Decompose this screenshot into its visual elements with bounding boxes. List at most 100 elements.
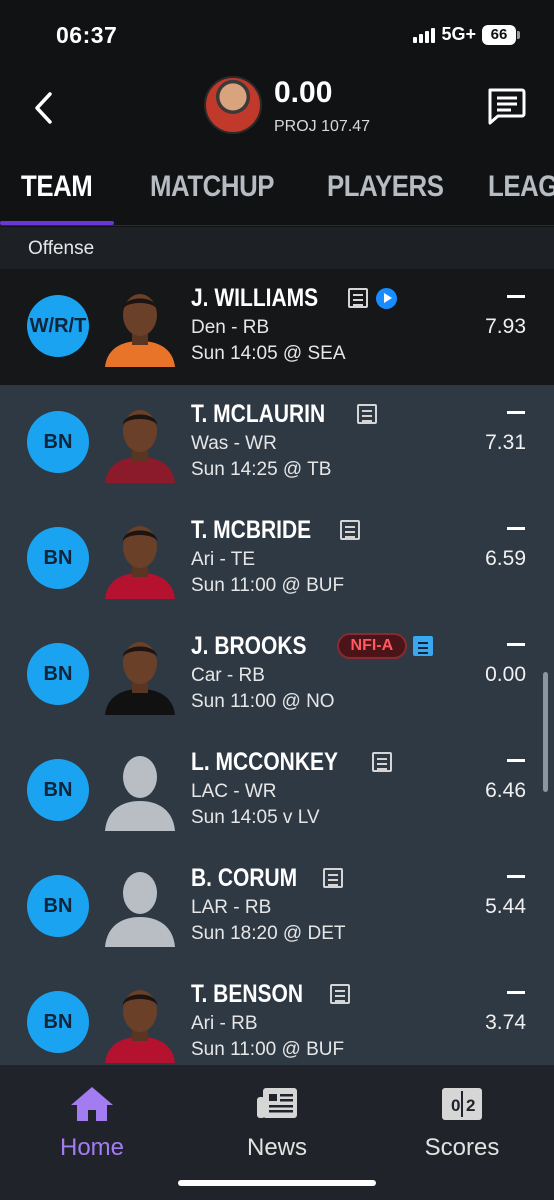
player-game-info: Sun 11:00 @ BUF [191, 1039, 345, 1060]
player-notes-icon[interactable] [356, 404, 377, 424]
player-name[interactable]: T. MCBRIDE [191, 516, 311, 545]
player-team-position: Car - RB [191, 665, 265, 686]
player-projection: 7.31 [485, 431, 526, 454]
player-name[interactable]: B. CORUM [191, 864, 297, 893]
player-row[interactable]: BN J. BROOKS NFI-A Car - RB Sun 11:00 @ NO 0.… [0, 617, 554, 733]
slot-badge[interactable]: BN [27, 991, 89, 1053]
player-team-position: Den - RB [191, 317, 270, 338]
player-row[interactable]: BN L. MCCONKEY LAC - WR Sun 14:05 v LV 6.46 [0, 733, 554, 849]
player-name[interactable]: T. BENSON [191, 980, 303, 1009]
player-name-line: J. WILLIAMS [191, 283, 398, 313]
player-team-position: Was - WR [191, 433, 277, 454]
network-type: 5G+ [441, 24, 476, 44]
tab-league[interactable]: LEAG [488, 170, 554, 204]
player-list: W/R/T J. WILLIAMS Den - RB Sun 14:05 @ SEA 7… [0, 269, 554, 1065]
team-score: 0.00 [274, 76, 333, 109]
player-row[interactable]: W/R/T J. WILLIAMS Den - RB Sun 14:05 @ SEA 7… [0, 269, 554, 385]
player-team-position: Ari - TE [191, 549, 256, 570]
player-name-line: B. CORUM [191, 863, 344, 893]
player-name-line: L. MCCONKEY [191, 747, 392, 777]
player-name[interactable]: J. WILLIAMS [191, 284, 318, 313]
status-indicators: 5G+ 66 [413, 24, 520, 45]
player-photo[interactable] [103, 283, 177, 367]
player-projection: 5.44 [485, 895, 526, 918]
player-game-info: Sun 11:00 @ NO [191, 691, 335, 712]
player-projection: 6.59 [485, 547, 526, 570]
player-score [507, 411, 525, 414]
player-photo[interactable] [103, 515, 177, 599]
play-video-icon[interactable] [376, 287, 398, 309]
injury-status-badge: NFI-A [336, 633, 408, 659]
player-notes-icon[interactable] [330, 984, 351, 1004]
player-row[interactable]: BN T. MCLAURIN Was - WR Sun 14:25 @ TB 7.31 [0, 385, 554, 501]
player-name-line: T. MCLAURIN [191, 399, 377, 429]
section-label: Offense [28, 238, 95, 259]
home-icon [71, 1087, 113, 1121]
cell-signal-icon [413, 27, 436, 43]
player-score [507, 295, 525, 298]
back-chevron-icon[interactable] [30, 88, 60, 128]
slot-badge[interactable]: BN [27, 411, 89, 473]
player-team-position: LAR - RB [191, 897, 272, 918]
player-game-info: Sun 11:00 @ BUF [191, 575, 345, 596]
slot-badge[interactable]: BN [27, 875, 89, 937]
player-name-line: T. MCBRIDE [191, 515, 361, 545]
slot-badge[interactable]: W/R/T [27, 295, 89, 357]
home-indicator [178, 1180, 376, 1186]
slot-badge[interactable]: BN [27, 527, 89, 589]
svg-text:0: 0 [451, 1096, 460, 1115]
player-game-info: Sun 14:05 v LV [191, 807, 320, 828]
player-row[interactable]: BN T. MCBRIDE Ari - TE Sun 11:00 @ BUF 6.59 [0, 501, 554, 617]
scrollbar[interactable] [543, 672, 548, 792]
slot-badge[interactable]: BN [27, 643, 89, 705]
nav-home[interactable]: Home [17, 1085, 167, 1162]
news-icon [257, 1088, 297, 1118]
nav-news[interactable]: News [202, 1085, 352, 1162]
player-score [507, 527, 525, 530]
player-placeholder-avatar[interactable] [103, 747, 177, 831]
player-photo[interactable] [103, 979, 177, 1063]
chat-icon[interactable] [484, 84, 528, 128]
player-team-position: Ari - RB [191, 1013, 258, 1034]
player-notes-icon[interactable] [323, 868, 344, 888]
player-placeholder-avatar[interactable] [103, 863, 177, 947]
tab-players[interactable]: PLAYERS [327, 170, 444, 204]
active-tab-indicator [0, 221, 114, 225]
user-avatar[interactable] [204, 76, 262, 134]
player-row[interactable]: BN B. CORUM LAR - RB Sun 18:20 @ DET 5.44 [0, 849, 554, 965]
nav-news-label: News [246, 1134, 307, 1161]
player-name-line: T. BENSON [191, 979, 351, 1009]
status-bar: 06:37 5G+ 66 [0, 0, 554, 70]
player-score [507, 991, 525, 994]
player-projection: 6.46 [485, 779, 526, 802]
player-name[interactable]: T. MCLAURIN [191, 400, 325, 429]
nav-scores-label: Scores [424, 1134, 500, 1161]
player-name[interactable]: L. MCCONKEY [191, 748, 338, 777]
team-projection: PROJ 107.47 [274, 118, 371, 135]
slot-badge[interactable]: BN [27, 759, 89, 821]
nav-home-label: Home [59, 1134, 125, 1161]
player-team-position: LAC - WR [191, 781, 277, 802]
player-notes-icon[interactable] [340, 520, 361, 540]
player-name-line: J. BROOKS NFI-A [191, 631, 434, 661]
player-notes-icon[interactable] [372, 752, 392, 772]
player-photo[interactable] [103, 399, 177, 483]
player-name[interactable]: J. BROOKS [191, 632, 307, 661]
player-game-info: Sun 14:05 @ SEA [191, 343, 346, 364]
player-projection: 3.74 [485, 1011, 526, 1034]
section-header-offense: Offense [0, 227, 554, 269]
player-notes-icon[interactable] [348, 288, 369, 308]
player-score [507, 759, 525, 762]
battery-icon: 66 [482, 24, 520, 45]
status-time: 06:37 [56, 22, 118, 48]
tab-matchup[interactable]: MATCHUP [150, 170, 274, 204]
player-notes-icon[interactable] [413, 636, 434, 656]
scores-icon: 0 2 [442, 1088, 482, 1120]
player-projection: 0.00 [485, 663, 526, 686]
svg-text:2: 2 [466, 1096, 475, 1115]
player-row[interactable]: BN T. BENSON Ari - RB Sun 11:00 @ BUF 3.74 [0, 965, 554, 1065]
player-photo[interactable] [103, 631, 177, 715]
nav-scores[interactable]: 0 2 Scores [387, 1085, 537, 1162]
tab-team[interactable]: TEAM [21, 170, 93, 204]
player-score [507, 875, 525, 878]
